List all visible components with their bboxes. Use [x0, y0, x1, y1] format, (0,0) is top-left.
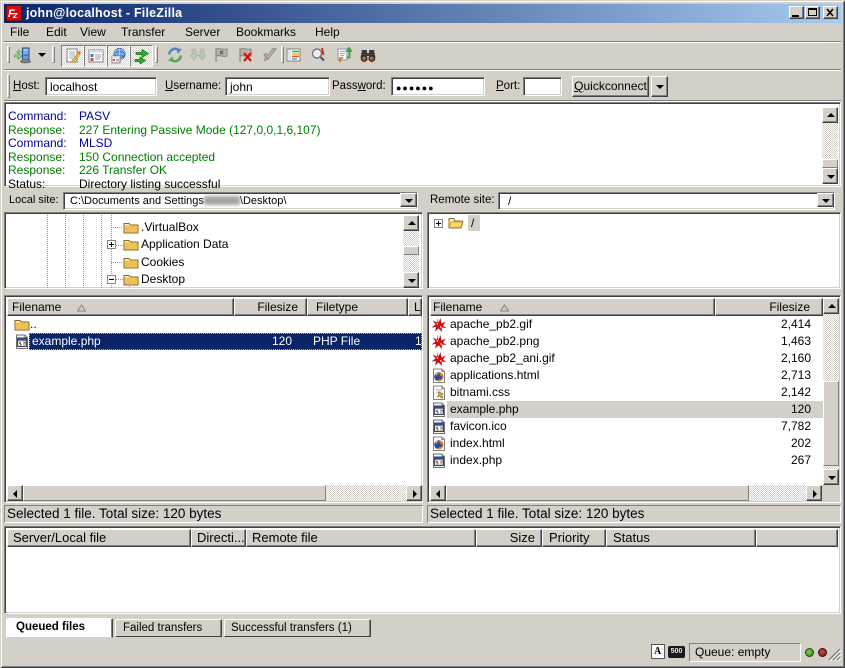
svg-text:z: z: [12, 10, 18, 20]
